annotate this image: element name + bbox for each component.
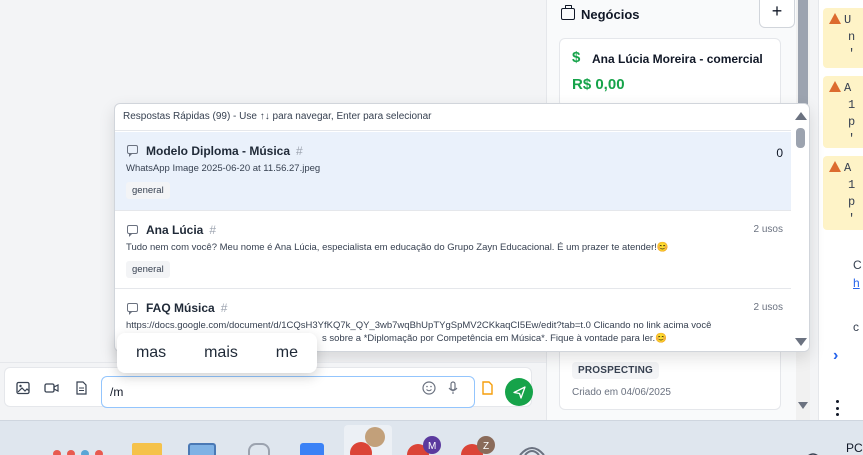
deal-name: Ana Lúcia Moreira - comercial (592, 52, 763, 66)
alert-item[interactable]: A 1 p ' (823, 76, 863, 148)
business-title: Negócios (581, 6, 640, 22)
widgets-icon[interactable] (52, 445, 110, 455)
send-icon (512, 385, 526, 399)
svg-text:Z: Z (483, 441, 489, 452)
more-options-icon[interactable] (836, 400, 839, 416)
alerts-misc-link[interactable]: h (853, 276, 860, 290)
video-icon[interactable] (43, 380, 59, 396)
quick-reply-title: FAQ Música (146, 301, 215, 315)
network-app-icon[interactable] (518, 443, 546, 455)
composer-box (4, 367, 533, 408)
alert-item[interactable]: U n ' (823, 8, 863, 68)
created-date: Criado em 04/06/2025 (572, 387, 671, 398)
hash-icon: # (220, 301, 228, 315)
quick-reply-usage: 0 (776, 146, 783, 160)
app-icon[interactable] (248, 443, 270, 455)
quick-reply-usage: 2 usos (753, 224, 783, 235)
quick-reply-title: Ana Lúcia (146, 223, 204, 237)
quick-reply-tag: general (126, 261, 170, 278)
quick-reply-item[interactable]: Ana Lúcia # 2 usos Tudo nem com você? Meu… (115, 210, 793, 288)
business-header: Negócios + (561, 0, 795, 28)
quick-reply-usage: 2 usos (753, 302, 783, 313)
alert-item[interactable]: A 1 p ' (823, 156, 863, 230)
warning-icon (829, 161, 841, 172)
image-icon[interactable] (15, 380, 31, 396)
dollar-icon: $ (572, 49, 581, 66)
quick-reply-description: https://docs.google.com/document/d/1CQsH… (126, 320, 712, 331)
suggestion-item[interactable]: mais (204, 344, 238, 362)
alerts-misc-text: C (853, 258, 862, 272)
send-button[interactable] (505, 378, 533, 406)
quick-replies-scrollbar[interactable] (791, 104, 809, 351)
hash-icon: # (209, 223, 217, 237)
chevron-right-icon[interactable]: › (833, 347, 838, 365)
scroll-down-arrow-icon[interactable] (795, 338, 807, 346)
quick-reply-title: Modelo Diploma - Música (146, 144, 291, 158)
autocomplete-suggestions: mas mais me (117, 333, 317, 373)
deal-value: R$ 0,00 (572, 76, 625, 93)
alerts-misc-text: c (853, 320, 859, 334)
calendar-icon[interactable] (300, 443, 324, 455)
svg-text:M: M (428, 441, 436, 452)
chrome-active-icon[interactable] (344, 425, 392, 455)
quick-reply-description: WhatsApp Image 2025-06-20 at 11.56.27.jp… (126, 163, 321, 174)
tray-chevron-up-icon[interactable] (770, 451, 780, 455)
warning-icon (829, 81, 841, 92)
quick-reply-description-cont: s sobre a *Diplomação por Competência em… (322, 333, 668, 344)
suggestion-item[interactable]: mas (136, 344, 166, 362)
deal-card[interactable]: $ Ana Lúcia Moreira - comercial R$ 0,00 (559, 38, 781, 108)
wifi-icon[interactable] (804, 447, 822, 455)
chrome-profile-m-icon[interactable]: M (404, 435, 444, 455)
warning-icon (829, 13, 841, 24)
panel-scrollbar-thumb[interactable] (798, 0, 808, 110)
chrome-profile-z-icon[interactable]: Z (458, 435, 498, 455)
quick-reply-item[interactable]: Modelo Diploma - Música # 0 WhatsApp Imag… (115, 132, 793, 210)
add-business-button[interactable]: + (759, 0, 795, 28)
taskbar: M Z PC (0, 420, 863, 455)
scroll-down-arrow-icon[interactable] (798, 402, 808, 409)
message-icon (127, 145, 138, 157)
document-icon[interactable] (73, 380, 89, 396)
quick-reply-file-icon[interactable] (479, 380, 495, 396)
quick-reply-description: Tudo nem com você? Meu nome é Ana Lúcia,… (126, 242, 669, 253)
message-icon (127, 225, 138, 237)
tray-text: PC (846, 441, 863, 455)
emoji-icon[interactable] (421, 380, 437, 396)
file-explorer-icon[interactable] (132, 443, 162, 455)
hash-icon: # (296, 144, 303, 158)
suggestion-item[interactable]: me (276, 344, 298, 362)
quick-reply-tag: general (126, 182, 170, 199)
briefcase-icon (561, 5, 575, 20)
message-input[interactable] (101, 376, 475, 408)
microphone-icon[interactable] (445, 380, 461, 396)
quick-replies-header: Respostas Rápidas (99) - Use ↑↓ para nav… (115, 104, 809, 131)
scroll-up-arrow-icon[interactable] (795, 112, 807, 120)
quick-replies-scrollbar-thumb[interactable] (796, 128, 805, 148)
photos-icon[interactable] (188, 443, 216, 455)
message-icon (127, 303, 138, 315)
alerts-column: U n ' A 1 p ' A 1 p ' C h c › (818, 0, 863, 420)
stage-badge: PROSPECTING (572, 362, 659, 379)
quick-replies-popup: Respostas Rápidas (99) - Use ↑↓ para nav… (114, 103, 810, 352)
